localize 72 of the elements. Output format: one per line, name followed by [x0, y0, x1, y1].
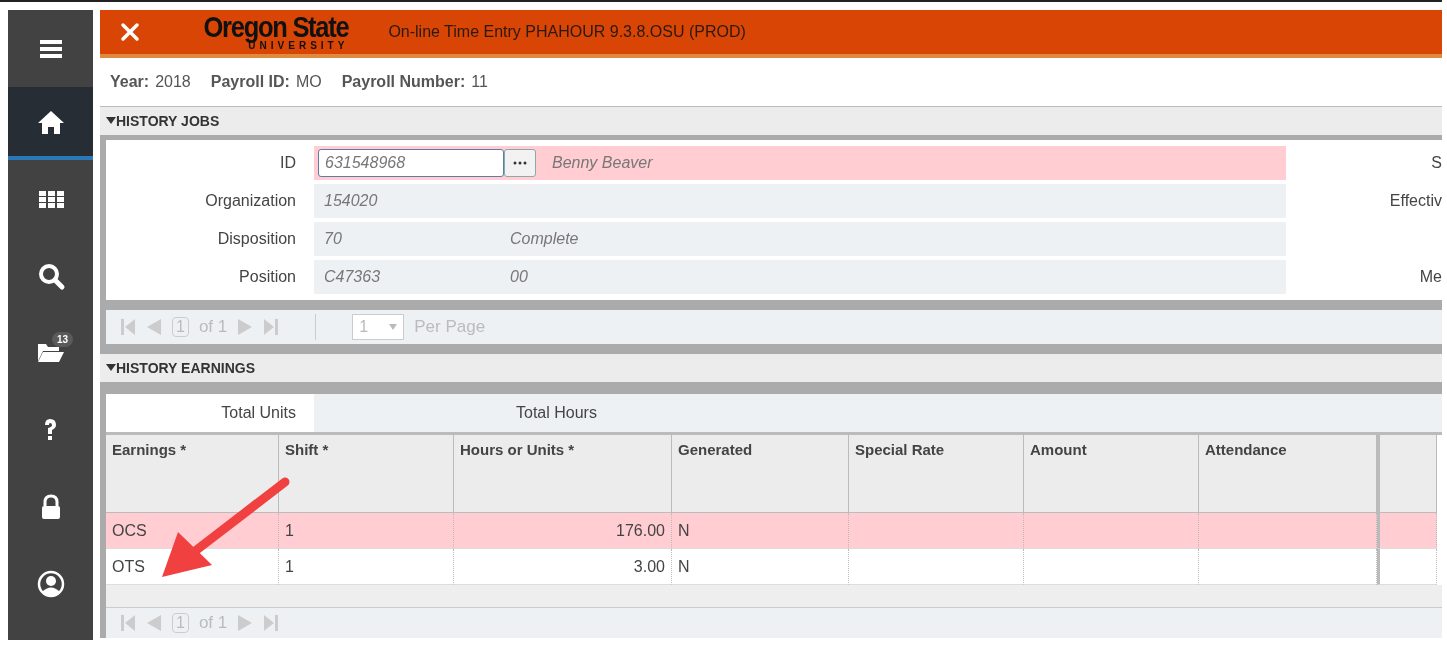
- section-header[interactable]: HISTORY EARNINGS: [100, 354, 1442, 382]
- column-header[interactable]: Generated: [672, 435, 849, 513]
- table-cell: 1: [279, 513, 454, 549]
- field-label: Position: [238, 268, 297, 286]
- id-input-field[interactable]: 631548968: [318, 149, 504, 177]
- last-page-button[interactable]: [263, 318, 280, 336]
- page-count: of 1: [198, 317, 228, 337]
- count-badge: 13: [52, 332, 74, 347]
- previous-page-button[interactable]: [146, 614, 162, 632]
- home-button[interactable]: [8, 87, 93, 160]
- horizontal-scrollbar[interactable]: [106, 585, 1442, 608]
- table-cell: N: [672, 513, 849, 549]
- close-button[interactable]: [118, 20, 142, 44]
- close-icon: [118, 20, 142, 44]
- folder-icon: [36, 342, 65, 363]
- previous-page-icon: [146, 614, 162, 632]
- logo-subtext: UNIVERSITY: [248, 41, 349, 51]
- field-value: MO: [295, 73, 322, 90]
- lookup-button[interactable]: [504, 149, 536, 177]
- next-page-icon: [237, 614, 254, 632]
- field-label: Effectiv: [1388, 192, 1442, 210]
- recent-button[interactable]: 13: [8, 314, 93, 391]
- last-page-button[interactable]: [263, 614, 280, 632]
- field-value: 154020: [324, 192, 379, 210]
- field-label: Me: [1418, 268, 1442, 286]
- section-header[interactable]: HISTORY JOBS: [100, 107, 1442, 135]
- table-cell: [1377, 513, 1437, 549]
- field-value: 11: [471, 73, 488, 90]
- column-header[interactable]: [1377, 435, 1437, 513]
- field-label: S: [1430, 154, 1442, 172]
- collapse-triangle-icon: [106, 364, 116, 372]
- first-page-icon: [120, 614, 136, 632]
- next-page-icon: [237, 318, 254, 336]
- last-page-icon: [263, 318, 280, 336]
- previous-page-icon: [146, 318, 162, 336]
- field-label: ID: [279, 154, 297, 172]
- field-value: C47363: [324, 268, 382, 286]
- column-header[interactable]: Special Rate: [849, 435, 1024, 513]
- logo-text: Oregon State: [203, 13, 349, 41]
- table-cell: 176.00: [454, 513, 672, 549]
- question-mark-icon: [44, 418, 57, 441]
- field-value: 2018: [155, 73, 191, 90]
- field-label: Payroll Number:: [341, 73, 466, 90]
- field-description: Complete: [510, 230, 579, 248]
- field-label: Disposition: [216, 230, 297, 248]
- per-page-label: Per Page: [414, 317, 486, 337]
- field-label: Payroll ID:: [210, 73, 290, 90]
- ellipsis-icon: [513, 161, 527, 165]
- user-icon: [35, 568, 66, 599]
- column-header[interactable]: Hours or Units *: [454, 435, 672, 513]
- field-label: Total Hours: [516, 404, 597, 422]
- field-value: 70: [324, 230, 343, 248]
- column-header[interactable]: Earnings *: [106, 435, 279, 513]
- last-page-icon: [263, 614, 280, 632]
- field-label: Total Units: [220, 404, 297, 422]
- dropdown-caret-icon: [389, 324, 398, 330]
- first-page-button[interactable]: [120, 614, 136, 632]
- first-page-icon: [120, 318, 136, 336]
- previous-page-button[interactable]: [146, 318, 162, 336]
- page-count: of 1: [198, 613, 228, 633]
- column-header[interactable]: Amount: [1024, 435, 1199, 513]
- page-title: On-line Time Entry PHAHOUR 9.3.8.OSU (PROD): [388, 23, 746, 41]
- next-page-button[interactable]: [237, 318, 254, 336]
- next-page-button[interactable]: [237, 614, 254, 632]
- column-header[interactable]: Attendance: [1199, 435, 1377, 513]
- column-header[interactable]: Shift *: [279, 435, 454, 513]
- field-description: Benny Beaver: [552, 154, 653, 172]
- field-description: 00: [510, 268, 528, 286]
- field-label: Year:: [110, 73, 150, 90]
- field-label: Organization: [204, 192, 297, 210]
- first-page-button[interactable]: [120, 318, 136, 336]
- collapse-triangle-icon: [106, 117, 116, 125]
